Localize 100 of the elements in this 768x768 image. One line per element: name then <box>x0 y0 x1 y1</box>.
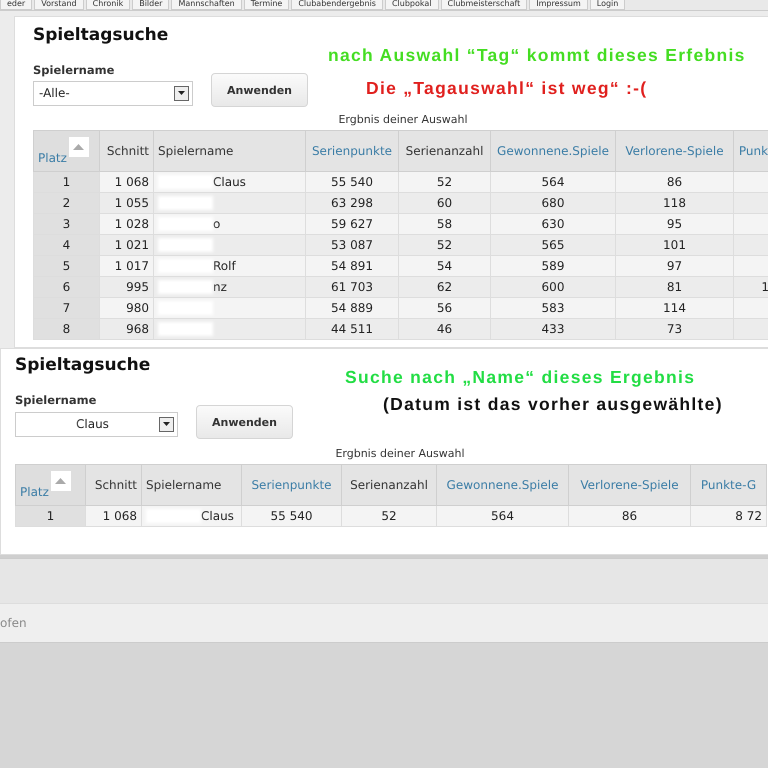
table-cell: 1 <box>34 172 100 192</box>
table-cell: 52 <box>342 506 436 526</box>
footer-text: ofen <box>0 616 27 630</box>
table-cell: 97 <box>616 256 734 276</box>
table-cell: 101 <box>616 234 734 256</box>
table-cell: 1 055 <box>100 192 154 214</box>
table-cell: nz <box>154 276 306 298</box>
table-cell: Claus <box>142 506 242 526</box>
table-cell: 86 <box>568 506 690 526</box>
table-cell: 86 <box>616 172 734 192</box>
sortable-column-header[interactable]: Serienpunkte <box>242 464 342 506</box>
player-select[interactable]: -Alle- <box>33 80 194 106</box>
annotation-text: Die „Tagauswahl“ ist weg“ :-( <box>366 78 648 99</box>
table-cell: 589 <box>490 256 616 276</box>
table-cell: 95 <box>616 214 734 234</box>
sortable-column-header[interactable]: Gewonnene.Spiele <box>436 464 568 506</box>
table-cell: 1 017 <box>100 256 154 276</box>
nav-tab[interactable]: Mannschaften <box>171 0 242 10</box>
nav-tab[interactable]: Chronik <box>86 0 130 10</box>
table-cell: 114 <box>616 298 734 318</box>
table-cell: 46 <box>398 318 490 340</box>
page-title: Spieltagsuche <box>33 25 170 45</box>
column-header: Schnitt <box>86 464 142 506</box>
table-cell: 59 627 <box>306 214 398 234</box>
table-cell: 1 021 <box>100 234 154 256</box>
table-cell: 7 <box>34 298 100 318</box>
column-header: Schnitt <box>100 130 154 172</box>
table-cell: 118 <box>616 192 734 214</box>
column-header: Serienanzahl <box>342 464 436 506</box>
table-cell: 968 <box>100 318 154 340</box>
table-cell: Claus <box>154 172 306 192</box>
table-cell: 60 <box>398 192 490 214</box>
field-label: Spielername <box>15 393 98 407</box>
table-cell: 52 <box>398 234 490 256</box>
table-cell: 54 <box>398 256 490 276</box>
nav-tab[interactable]: Vorstand <box>34 0 84 10</box>
sortable-column-header[interactable]: Gewonnene.Spiele <box>490 130 616 172</box>
table-cell <box>734 172 768 192</box>
table-caption: Ergbnis deiner Auswahl <box>334 447 466 460</box>
table-cell: 680 <box>490 192 616 214</box>
table-cell: 564 <box>436 506 568 526</box>
table-cell: 55 540 <box>306 172 398 192</box>
dropdown-icon <box>174 86 190 100</box>
table-cell: 995 <box>100 276 154 298</box>
table-cell: 1 068 <box>100 172 154 192</box>
table-cell: 630 <box>490 214 616 234</box>
sortable-column-header[interactable]: Verlorene-Spiele <box>616 130 734 172</box>
table-cell: 1 068 <box>86 506 142 526</box>
nav-tab[interactable]: Clubpokal <box>384 0 439 10</box>
nav-tab[interactable]: Impressum <box>529 0 588 10</box>
apply-button[interactable]: Anwenden <box>211 73 308 107</box>
column-header: Spielername <box>142 464 242 506</box>
table-cell: 58 <box>398 214 490 234</box>
annotation-text: nach Auswahl “Tag“ kommt dieses Erfebnis <box>328 45 746 66</box>
table-caption: Ergbnis deiner Auswahl <box>337 113 469 126</box>
nav-tab[interactable]: Termine <box>244 0 290 10</box>
table-cell: 2 <box>34 192 100 214</box>
table-cell: 3 <box>34 214 100 234</box>
table-cell: 62 <box>398 276 490 298</box>
sortable-column-header[interactable]: Punkte-G <box>690 464 766 506</box>
table-cell: 433 <box>490 318 616 340</box>
nav-tab[interactable]: Clubmeisterschaft <box>440 0 528 10</box>
table-cell: 8 72 <box>690 506 766 526</box>
table-cell: 1 028 <box>100 214 154 234</box>
page-title: Spieltagsuche <box>15 355 152 375</box>
table-cell: o <box>154 214 306 234</box>
table-cell: 73 <box>616 318 734 340</box>
nav-tab[interactable]: Login <box>590 0 626 10</box>
table-cell: 8 <box>34 318 100 340</box>
table-cell: 980 <box>100 298 154 318</box>
dropdown-icon <box>159 416 174 432</box>
table-cell: 4 <box>34 234 100 256</box>
apply-button[interactable]: Anwenden <box>196 405 293 439</box>
table-cell: 54 889 <box>306 298 398 318</box>
table-cell: 583 <box>490 298 616 318</box>
annotation-text: Suche nach „Name“ dieses Ergebnis <box>345 367 696 388</box>
annotation-text: (Datum ist das vorher ausgewählte) <box>383 394 723 415</box>
table-cell: 52 <box>398 172 490 192</box>
column-header: Spielername <box>154 130 306 172</box>
table-cell: 44 511 <box>306 318 398 340</box>
table-cell: 54 891 <box>306 256 398 276</box>
table-cell: 564 <box>490 172 616 192</box>
field-label: Spielername <box>33 63 116 77</box>
table-cell: 1 <box>734 276 768 298</box>
table-cell: 565 <box>490 234 616 256</box>
table-cell: 53 087 <box>306 234 398 256</box>
table-cell: 61 703 <box>306 276 398 298</box>
table-cell: 600 <box>490 276 616 298</box>
table-cell: 5 <box>34 256 100 276</box>
nav-tab[interactable]: eder <box>0 0 32 10</box>
nav-tab[interactable]: Bilder <box>132 0 170 10</box>
table-cell: Rolf <box>154 256 306 276</box>
nav-tab[interactable]: Clubabendergebnis <box>291 0 383 10</box>
player-select[interactable]: Claus <box>15 412 178 436</box>
table-cell: 56 <box>398 298 490 318</box>
table-cell: 81 <box>616 276 734 298</box>
sortable-column-header[interactable]: Serienpunkte <box>306 130 398 172</box>
sortable-column-header[interactable]: Verlorene-Spiele <box>568 464 690 506</box>
table-cell: 63 298 <box>306 192 398 214</box>
sortable-column-header[interactable]: Punk <box>734 130 768 172</box>
